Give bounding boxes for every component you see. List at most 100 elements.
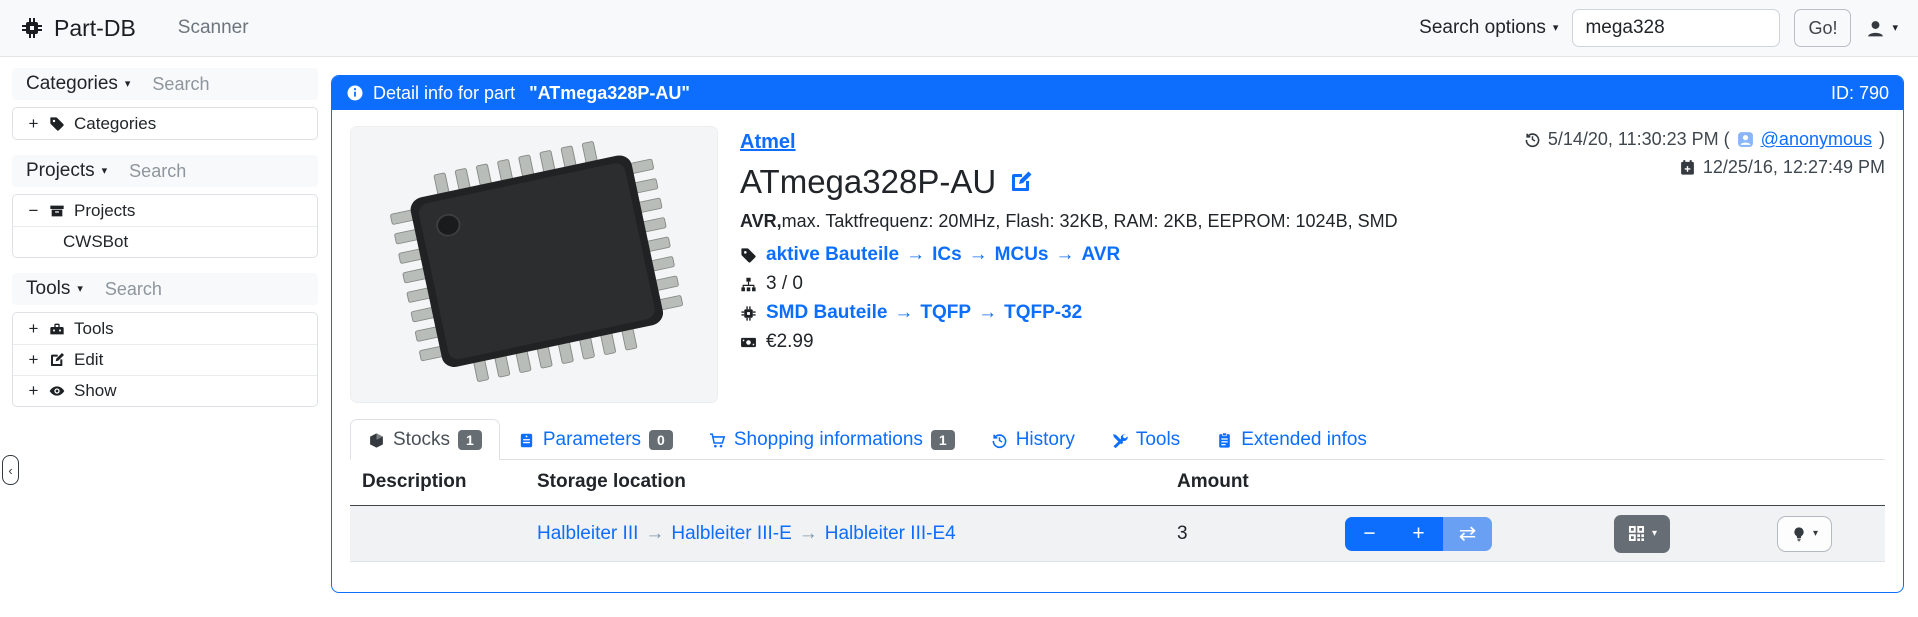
app-brand[interactable]: Part-DB (20, 15, 136, 42)
expand-toggle[interactable]: + (27, 114, 40, 134)
categories-search-input[interactable] (136, 74, 310, 95)
decrease-amount-button[interactable]: − (1345, 517, 1394, 551)
sidebar-panel-projects: Projects ▾ − Projects CWSBot (12, 155, 318, 258)
chevron-down-icon: ▾ (77, 284, 83, 295)
nav-item-scanner[interactable]: Scanner (178, 17, 249, 39)
move-stock-button[interactable]: ⇄ (1443, 517, 1492, 551)
column-description: Description (350, 460, 525, 506)
footprint-link[interactable]: TQFP-32 (1004, 302, 1082, 323)
tqfp-chip-image (364, 137, 704, 393)
sidebar-panel-categories: Categories ▾ + Categories (12, 68, 318, 140)
tools-search-input[interactable] (89, 279, 310, 300)
user-link[interactable]: @anonymous (1761, 129, 1872, 150)
search-options-dropdown[interactable]: Search options ▾ (1419, 17, 1558, 39)
clipboard-icon (1216, 432, 1233, 449)
expand-toggle[interactable]: + (27, 350, 40, 370)
lightbulb-icon (1791, 526, 1807, 542)
part-id: ID: 790 (1831, 83, 1889, 104)
qr-label-dropdown-button[interactable]: ▾ (1614, 515, 1670, 553)
tree-item-label: Categories (74, 114, 156, 134)
qr-code-icon (1627, 524, 1646, 543)
tab-tools[interactable]: Tools (1093, 419, 1198, 460)
sidebar-item-edit[interactable]: + Edit (13, 344, 317, 375)
tab-history[interactable]: History (973, 419, 1093, 460)
info-circle-icon (346, 84, 364, 102)
edit-part-icon[interactable] (1009, 170, 1033, 194)
footprint-link[interactable]: TQFP (920, 302, 971, 323)
panel-header: Categories ▾ (12, 68, 318, 100)
tree-item-label: CWSBot (63, 232, 128, 252)
sidebar-item-projects[interactable]: − Projects (13, 195, 317, 226)
column-storage-location: Storage location (525, 460, 1165, 506)
tab-stocks[interactable]: Stocks 1 (350, 419, 500, 460)
tree-item-label: Show (74, 381, 117, 401)
tree-item-label: Tools (74, 319, 114, 339)
stock-table-row: Halbleiter III→Halbleiter III-E→Halbleit… (350, 506, 1885, 562)
sidebar-item-categories[interactable]: + Categories (13, 108, 317, 139)
expand-toggle[interactable]: + (27, 319, 40, 339)
expand-toggle[interactable]: + (27, 381, 40, 401)
tag-icon (49, 116, 65, 132)
collapse-toggle-minus[interactable]: − (27, 201, 40, 221)
sidebar-item-cwsbot[interactable]: CWSBot (13, 226, 317, 257)
microchip-icon (20, 16, 44, 40)
stock-ratio-row: 3 / 0 (740, 273, 1524, 295)
price-value: €2.99 (766, 331, 814, 353)
projects-search-input[interactable] (113, 161, 310, 182)
toolbox-icon (49, 321, 65, 337)
increase-amount-button[interactable]: + (1394, 517, 1443, 551)
microchip-icon (740, 305, 757, 322)
sidebar: Categories ▾ + Categories Projects ▾ (12, 68, 318, 422)
parameters-count-badge: 0 (649, 430, 673, 450)
column-amount: Amount (1165, 460, 1333, 506)
sidebar-item-show[interactable]: + Show (13, 375, 317, 406)
storage-location-link[interactable]: Halbleiter III (537, 523, 638, 544)
parameters-icon (518, 432, 535, 449)
user-menu-dropdown[interactable]: ▾ (1865, 18, 1898, 39)
tab-parameters[interactable]: Parameters 0 (500, 419, 691, 460)
sidebar-item-tools[interactable]: + Tools (13, 313, 317, 344)
sidebar-collapse-button[interactable]: ‹ (2, 455, 19, 485)
stock-ratio-value: 3 / 0 (766, 273, 803, 295)
go-button[interactable]: Go! (1794, 9, 1851, 47)
projects-dropdown[interactable]: Projects ▾ (20, 160, 113, 182)
created-row: 12/25/16, 12:27:49 PM (1524, 157, 1885, 178)
category-link[interactable]: AVR (1082, 244, 1121, 265)
stocks-table: Description Storage location Amount Halb… (350, 460, 1885, 562)
search-input[interactable] (1572, 9, 1780, 47)
history-icon (991, 432, 1008, 449)
sidebar-panel-tools: Tools ▾ + Tools + Edit + (12, 273, 318, 407)
storage-location-link[interactable]: Halbleiter III-E4 (825, 523, 956, 544)
last-modified-row: 5/14/20, 11:30:23 PM ( @anonymous ) (1524, 129, 1885, 150)
tab-extended-infos[interactable]: Extended infos (1198, 419, 1385, 460)
categories-dropdown[interactable]: Categories ▾ (20, 73, 136, 95)
archive-box-icon (49, 203, 65, 219)
chevron-down-icon: ▾ (1892, 23, 1898, 34)
chevron-down-icon: ▾ (125, 79, 131, 90)
storage-location-link[interactable]: Halbleiter III-E (671, 523, 791, 544)
category-link[interactable]: MCUs (995, 244, 1049, 265)
part-description: AVR,max. Taktfrequenz: 20MHz, Flash: 32K… (740, 211, 1524, 232)
pencil-square-icon (49, 352, 65, 368)
manufacturer-link[interactable]: Atmel (740, 131, 796, 154)
brand-label: Part-DB (54, 15, 136, 42)
panel-header: Tools ▾ (12, 273, 318, 305)
led-locate-dropdown-button[interactable]: ▾ (1777, 516, 1832, 552)
tools-dropdown[interactable]: Tools ▾ (20, 278, 89, 300)
part-image[interactable] (350, 126, 718, 403)
money-bill-icon (740, 334, 757, 351)
top-navbar: Part-DB Scanner Search options ▾ Go! ▾ (0, 0, 1918, 57)
user-icon (1865, 18, 1886, 39)
table-header-row: Description Storage location Amount (350, 460, 1885, 506)
category-link[interactable]: ICs (932, 244, 962, 265)
tab-shopping-informations[interactable]: Shopping informations 1 (691, 419, 973, 460)
eye-icon (49, 383, 65, 399)
cart-icon (709, 432, 726, 449)
footprint-link[interactable]: SMD Bauteile (766, 302, 887, 323)
stock-description-cell (350, 506, 525, 562)
header-prefix: Detail info for part (373, 83, 515, 104)
chevron-down-icon: ▾ (1652, 529, 1657, 539)
part-name-title: ATmega328P-AU (740, 163, 996, 201)
category-breadcrumb: aktive Bauteile→ICs→MCUs→AVR (740, 244, 1524, 266)
category-link[interactable]: aktive Bauteile (766, 244, 899, 265)
